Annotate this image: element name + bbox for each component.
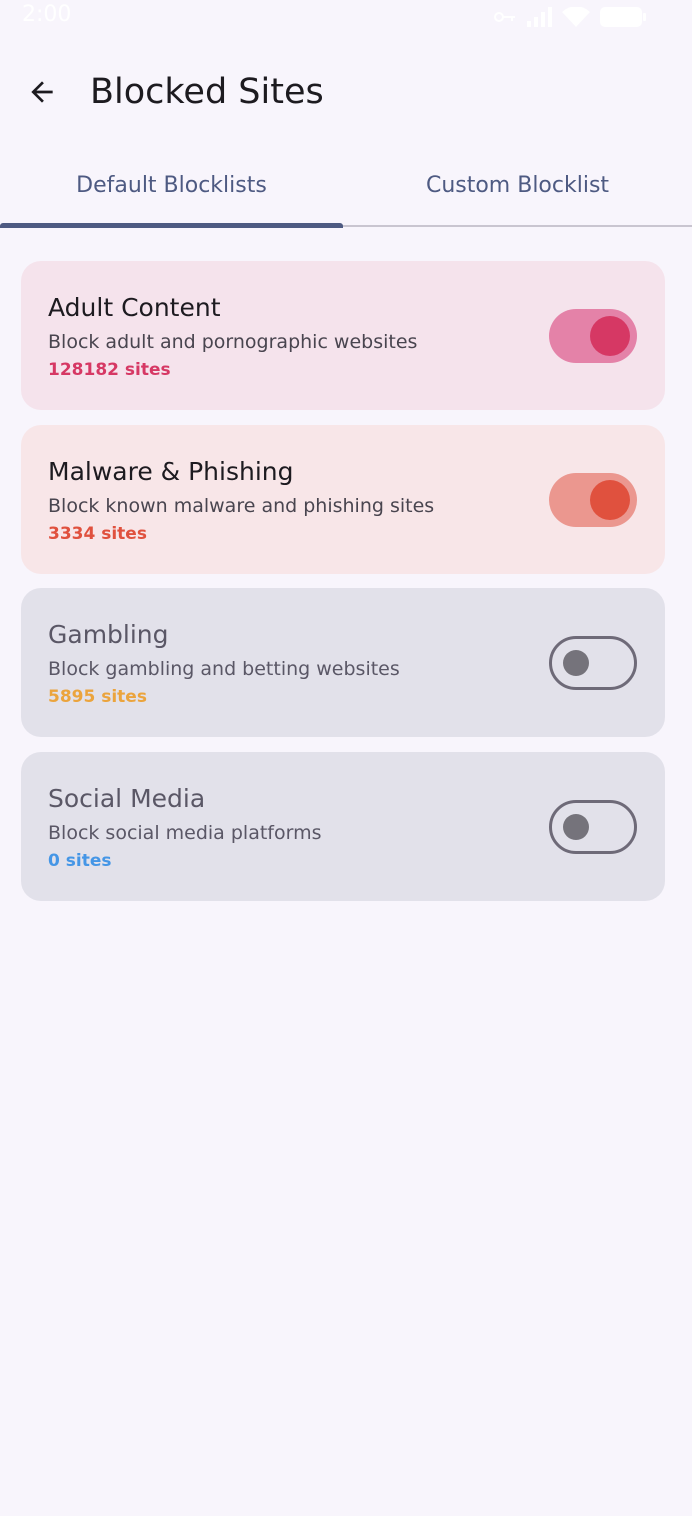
tab-indicator bbox=[0, 223, 343, 228]
tab-custom-blocklist[interactable]: Custom Blocklist bbox=[346, 148, 689, 225]
blocklist-title: Social Media bbox=[48, 784, 206, 813]
blocklist-title: Gambling bbox=[48, 620, 169, 649]
wifi-icon bbox=[562, 7, 590, 27]
blocklist-site-count: 5895 sites bbox=[48, 687, 147, 707]
battery-icon bbox=[600, 7, 646, 27]
toggle-knob bbox=[590, 316, 630, 356]
blocklist-title: Malware & Phishing bbox=[48, 457, 294, 486]
blocklist-toggle-switch[interactable] bbox=[549, 473, 637, 527]
blocklist-description: Block social media platforms bbox=[48, 822, 322, 844]
signal-icon bbox=[527, 7, 552, 27]
tab-label: Default Blocklists bbox=[76, 173, 267, 198]
blocklist-card-gambling[interactable]: Gambling Block gambling and betting webs… bbox=[21, 588, 665, 737]
status-icons bbox=[494, 6, 646, 28]
arrow-back-icon bbox=[31, 81, 53, 103]
blocklist-toggle-switch[interactable] bbox=[549, 800, 637, 854]
page-title: Blocked Sites bbox=[90, 72, 324, 112]
blocklist-description: Block known malware and phishing sites bbox=[48, 495, 435, 517]
blocklist-site-count: 128182 sites bbox=[48, 360, 171, 380]
back-button[interactable] bbox=[18, 68, 66, 116]
vpn-key-icon bbox=[494, 12, 515, 22]
blocklist-card-adult-content[interactable]: Adult Content Block adult and pornograph… bbox=[21, 261, 665, 410]
tab-bar: Default Blocklists Custom Blocklist bbox=[0, 148, 692, 228]
blocklist-site-count: 3334 sites bbox=[48, 524, 147, 544]
status-time: 2:00 bbox=[22, 2, 72, 27]
blocklist-card-social-media[interactable]: Social Media Block social media platform… bbox=[21, 752, 665, 901]
blocklist-title: Adult Content bbox=[48, 293, 221, 322]
status-bar: 2:00 bbox=[0, 0, 692, 34]
blocklist-toggle-switch[interactable] bbox=[549, 309, 637, 363]
app-bar: Blocked Sites bbox=[0, 50, 692, 134]
blocklist-description: Block gambling and betting websites bbox=[48, 658, 400, 680]
tab-default-blocklists[interactable]: Default Blocklists bbox=[0, 148, 343, 228]
toggle-knob bbox=[563, 650, 589, 676]
toggle-knob bbox=[563, 814, 589, 840]
blocklist-site-count: 0 sites bbox=[48, 851, 112, 871]
tab-label: Custom Blocklist bbox=[425, 173, 610, 198]
blocklist-toggle-switch[interactable] bbox=[549, 636, 637, 690]
blocklist-description: Block adult and pornographic websites bbox=[48, 331, 418, 353]
toggle-knob bbox=[590, 480, 630, 520]
blocklist-card-malware-phishing[interactable]: Malware & Phishing Block known malware a… bbox=[21, 425, 665, 574]
